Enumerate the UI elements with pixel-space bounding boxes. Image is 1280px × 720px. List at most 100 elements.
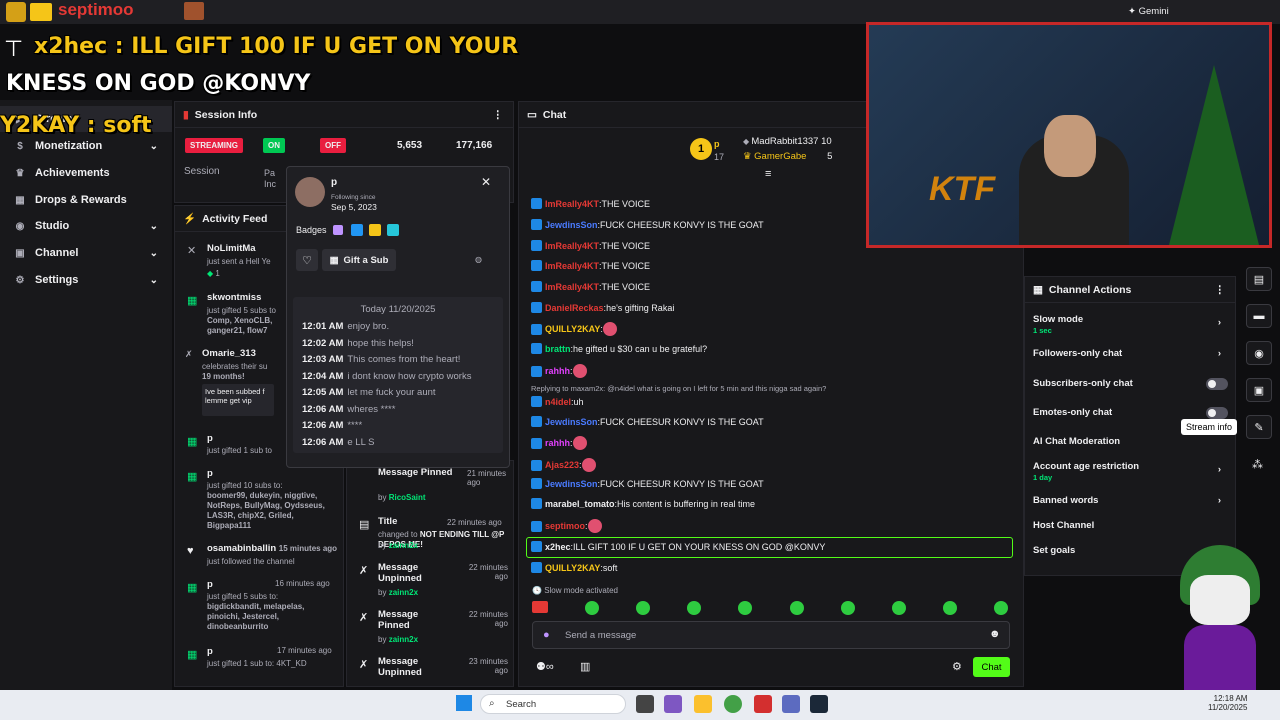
off-badge[interactable]: OFF [320,138,346,153]
chat-username[interactable]: QUILLY2KAY [545,324,600,334]
chat-input[interactable]: ● Send a message ☻ [532,621,1010,649]
rail-broadcast-icon[interactable]: ◉ [1246,341,1272,365]
feed-item-name[interactable]: skwontmiss [207,292,261,303]
rail-wrench-icon[interactable]: ✎ [1246,415,1272,439]
on-badge[interactable]: ON [263,138,285,153]
chat-username[interactable]: Ajas223 [545,460,579,470]
emote-icon[interactable] [789,601,804,615]
emote-icon[interactable] [993,601,1008,615]
chat-message: JewdinsSon: FUCK CHEESUR KONVY IS THE GO… [531,416,764,427]
chat-username[interactable]: marabel_tomato [545,499,615,509]
emote-icon[interactable] [636,601,651,615]
emote-icon[interactable] [687,601,702,615]
feed-item-sub: just gifted 5 subs to [207,306,276,315]
chat-username[interactable]: brattn [545,344,571,354]
chat-send-button[interactable]: Chat [973,657,1010,677]
explorer-icon[interactable] [694,695,712,713]
age-restriction-row[interactable]: Account age restriction 1 day › [1033,461,1229,483]
user-badge-icon [531,343,542,354]
avatar[interactable] [295,177,325,207]
chat-username[interactable]: n4idel [545,397,571,407]
chat-username[interactable]: septimoo [545,521,585,531]
rail-stream-info-icon[interactable]: ▣ [1246,378,1272,402]
joker-face [1190,575,1250,625]
mic-icon[interactable]: ● [543,629,550,641]
nav-achievements[interactable]: ♛ Achievements [0,160,172,186]
start-icon[interactable] [456,695,472,711]
emote-icon[interactable] [942,601,957,615]
slow-mode-row[interactable]: Slow mode 1 sec › [1033,314,1229,336]
gemini-button[interactable]: ✦ Gemini [1128,6,1169,17]
subs-only-row[interactable]: Subscribers-only chat [1033,378,1229,389]
rail-chat-icon[interactable]: ▬ [1246,304,1272,328]
title-icon: ▤ [359,519,370,531]
copilot-icon[interactable] [664,695,682,713]
chat-username[interactable]: ImReally4KT [545,199,599,209]
rail-network-icon[interactable]: ⁂ [1252,458,1263,471]
emote-icon[interactable] [840,601,855,615]
leaderboard-name[interactable]: GamerGabe [754,151,806,162]
mute-icon[interactable]: ◍ [475,255,482,264]
nav-drops[interactable]: ▦ Drops & Rewards [0,187,172,213]
chat-username[interactable]: JewdinsSon [545,220,598,230]
chat-username[interactable]: rahhh [545,366,570,376]
settings-icon[interactable]: ⚙ [952,660,962,673]
feed-item-name[interactable]: p [207,468,213,479]
feed-item-name[interactable]: p [207,433,213,444]
taskbar-clock[interactable]: 12:18 AM 11/20/2025 [1208,694,1247,712]
leaderboard-name[interactable]: MadRabbit1337 [751,136,818,147]
emote-icon[interactable] [532,601,548,613]
close-icon[interactable]: ✕ [481,175,491,189]
chat-username[interactable]: JewdinsSon [545,479,598,489]
more-icon[interactable]: ⋮ [493,109,504,121]
feed-item-name[interactable]: NoLimitMa [207,243,256,254]
taskview-icon[interactable] [636,695,654,713]
chat-username[interactable]: JewdinsSon [545,417,598,427]
chat-message: Ajas223: [531,458,600,472]
taskbar-search[interactable]: ⌕ Search [480,694,626,714]
follow-heart-button[interactable]: ♡ [296,249,318,271]
emote-icon[interactable] [738,601,753,615]
browser-topbar: septimoo ✦ Gemini [0,0,1280,24]
gift-a-sub-button[interactable]: ▦ Gift a Sub [322,249,396,271]
app-icon[interactable] [754,695,772,713]
discord-icon[interactable] [782,695,800,713]
chat-username[interactable]: ImReally4KT [545,282,599,292]
modlog-title: Message Unpinned [378,562,422,584]
more-icon[interactable]: ⋮ [1215,284,1226,296]
nav-settings-label: Settings [35,274,79,286]
feed-item-name[interactable]: p [207,646,213,657]
nav-studio[interactable]: ◉ Studio ⌄ [0,213,172,239]
chat-message: brattn: he gifted u $30 can u be gratefu… [531,343,707,354]
chat-username[interactable]: QUILLY2KAY [545,563,600,573]
chrome-icon[interactable] [724,695,742,713]
collapse-icon[interactable]: ≡ [765,168,771,180]
chat-username[interactable]: rahhh [545,438,570,448]
subs-only-toggle[interactable] [1206,378,1228,390]
feed-item-name[interactable]: p [207,579,213,590]
emoji-icon[interactable]: ☻ [989,628,1001,640]
emotes-only-toggle[interactable] [1206,407,1228,419]
chat-username[interactable]: ImReally4KT [545,261,599,271]
user-badge-icon [531,520,542,532]
banned-words-row[interactable]: Banned words › [1033,495,1229,506]
host-channel-row[interactable]: Host Channel [1033,520,1229,531]
leaderboard-name[interactable]: p [714,139,720,149]
emotes-only-row[interactable]: Emotes-only chat [1033,407,1229,418]
ai-moderation-row[interactable]: AI Chat Moderation [1033,436,1229,447]
followers-only-row[interactable]: Followers-only chat › [1033,348,1229,359]
extensions-icon[interactable]: ⚉∞ [536,660,554,673]
feed-item-name[interactable]: osamabinballin 15 minutes ago [207,543,337,554]
emote-icon[interactable] [891,601,906,615]
nav-settings[interactable]: ⚙ Settings ⌄ [0,267,172,293]
steam-icon[interactable] [810,695,828,713]
chat-username[interactable]: DanielReckas [545,303,604,313]
nav-channel[interactable]: ▣ Channel ⌄ [0,240,172,266]
store-icon[interactable]: ▥ [580,660,590,673]
chat-message: septimoo: [531,519,606,533]
chat-username[interactable]: ImReally4KT [545,241,599,251]
rail-list-icon[interactable]: ▤ [1246,267,1272,291]
emote-icon[interactable] [585,601,600,615]
leaderboard-entry: ♛ GamerGabe 5 [743,151,832,162]
feed-item-name[interactable]: Omarie_313 [202,348,256,359]
